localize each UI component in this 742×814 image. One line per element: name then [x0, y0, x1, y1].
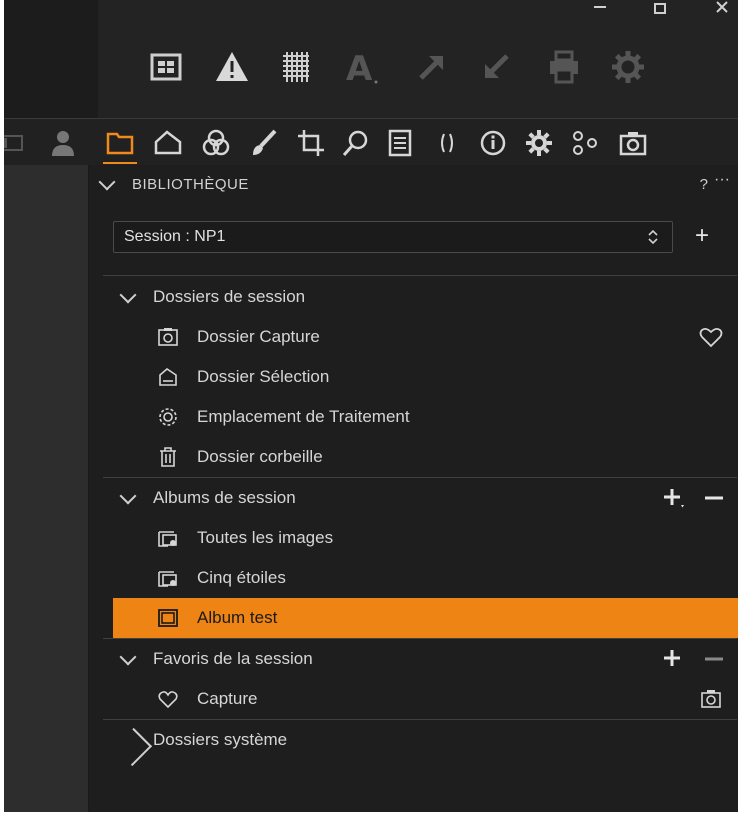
item-label: Toutes les images	[197, 528, 334, 547]
text-annotation-icon[interactable]: A	[340, 44, 384, 90]
item-label: Dossier corbeille	[197, 447, 323, 466]
list-item-album-test[interactable]: Album test	[113, 598, 738, 638]
item-label: Dossier Capture	[197, 327, 320, 346]
color-icon[interactable]	[197, 125, 235, 161]
session-select-value: Session : NP1	[124, 228, 226, 245]
toolbar-left-strip	[4, 0, 98, 118]
remove-album-icon[interactable]	[701, 486, 727, 510]
info-icon[interactable]	[474, 125, 512, 161]
list-item-cinq-etoiles[interactable]: Cinq étoiles	[89, 558, 738, 598]
collapse-chevron-icon[interactable]	[98, 173, 116, 191]
session-select[interactable]: Session : NP1	[113, 221, 673, 253]
list-item-dossier-capture[interactable]: Dossier Capture	[89, 317, 738, 357]
camera-folder-icon	[158, 328, 178, 346]
group-label: Favoris de la session	[153, 649, 313, 668]
tool-tab-row	[4, 119, 738, 165]
grid-icon[interactable]	[274, 44, 318, 90]
capture-icon[interactable]	[149, 125, 187, 161]
camera-icon[interactable]	[698, 687, 724, 711]
group-session-folders[interactable]: Dossiers de session	[89, 277, 738, 317]
group-label: Albums de session	[153, 488, 296, 507]
chevron-down-icon[interactable]	[119, 648, 137, 666]
svg-text:A: A	[346, 49, 373, 86]
smart-album-icon	[158, 571, 177, 587]
add-session-button[interactable]: +	[695, 223, 723, 251]
warning-icon[interactable]	[210, 44, 254, 90]
select-updown-icon	[648, 229, 658, 245]
print-icon[interactable]	[542, 44, 586, 90]
user-icon[interactable]	[44, 125, 82, 161]
settings-icon[interactable]	[606, 44, 650, 90]
more-options-icon[interactable]: ···	[714, 171, 730, 189]
tether-icon[interactable]	[428, 125, 466, 161]
list-item-dossier-selection[interactable]: Dossier Sélection	[89, 357, 738, 397]
list-item-capture-favorite[interactable]: Capture	[89, 679, 738, 719]
add-favorite-icon[interactable]	[661, 647, 687, 671]
list-item-dossier-corbeille[interactable]: Dossier corbeille	[89, 437, 738, 477]
help-icon[interactable]: ?	[700, 176, 708, 193]
restore-icon[interactable]	[652, 0, 668, 14]
heart-icon	[158, 691, 178, 709]
panel-title: BIBLIOTHÈQUE	[132, 176, 249, 193]
arrow-up-icon[interactable]	[410, 44, 454, 90]
active-tab-indicator	[103, 162, 137, 164]
layout-icon[interactable]	[144, 44, 188, 90]
remove-favorite-icon[interactable]	[701, 647, 727, 671]
add-album-icon[interactable]	[661, 486, 687, 510]
chevron-right-icon[interactable]	[113, 727, 153, 767]
trash-icon	[160, 447, 176, 467]
group-label: Dossiers de session	[153, 287, 306, 306]
group-system-folders[interactable]: Dossiers système	[89, 720, 738, 767]
group-session-albums[interactable]: Albums de session	[89, 478, 738, 518]
item-label: Capture	[197, 689, 258, 708]
selection-folder-icon	[159, 367, 177, 386]
library-panel: BIBLIOTHÈQUE ? ··· Session : NP1 + Dossi…	[89, 165, 738, 812]
album-icon	[158, 609, 178, 627]
camera-icon[interactable]	[614, 125, 652, 161]
heart-icon[interactable]	[698, 325, 724, 349]
smart-album-icon	[158, 531, 177, 547]
section-divider	[103, 275, 737, 276]
metadata-icon[interactable]	[381, 125, 419, 161]
brush-icon[interactable]	[245, 125, 283, 161]
processing-gear-icon	[159, 408, 177, 426]
chevron-down-icon[interactable]	[119, 286, 137, 304]
group-label: Dossiers système	[153, 730, 288, 749]
panel-header[interactable]: BIBLIOTHÈQUE ? ···	[89, 165, 738, 205]
left-gutter	[4, 165, 88, 812]
chevron-down-icon[interactable]	[119, 487, 137, 505]
capture-one-window: A BIBLIOTHÈQUE ? ··· Session: NP1 + Dos…	[4, 0, 738, 812]
folder-icon[interactable]	[101, 125, 139, 161]
crop-icon[interactable]	[292, 125, 330, 161]
list-item-emplacement-traitement[interactable]: Emplacement de Traitement	[89, 397, 738, 437]
close-icon[interactable]	[714, 0, 730, 14]
item-label: Cinq étoiles	[197, 568, 286, 587]
list-item-toutes-les-images[interactable]: Toutes les images	[89, 518, 738, 558]
item-label: Dossier Sélection	[197, 367, 330, 386]
minimize-icon[interactable]	[592, 0, 608, 14]
search-icon[interactable]	[337, 125, 375, 161]
styles-icon[interactable]	[566, 125, 604, 161]
item-label: Album test	[197, 608, 278, 627]
group-session-favorites[interactable]: Favoris de la session	[89, 639, 738, 679]
arrow-down-icon[interactable]	[474, 44, 518, 90]
panel-left-icon[interactable]	[4, 125, 28, 161]
adjust-icon[interactable]	[520, 125, 558, 161]
item-label: Emplacement de Traitement	[197, 407, 410, 426]
top-toolbar: A	[4, 0, 738, 118]
